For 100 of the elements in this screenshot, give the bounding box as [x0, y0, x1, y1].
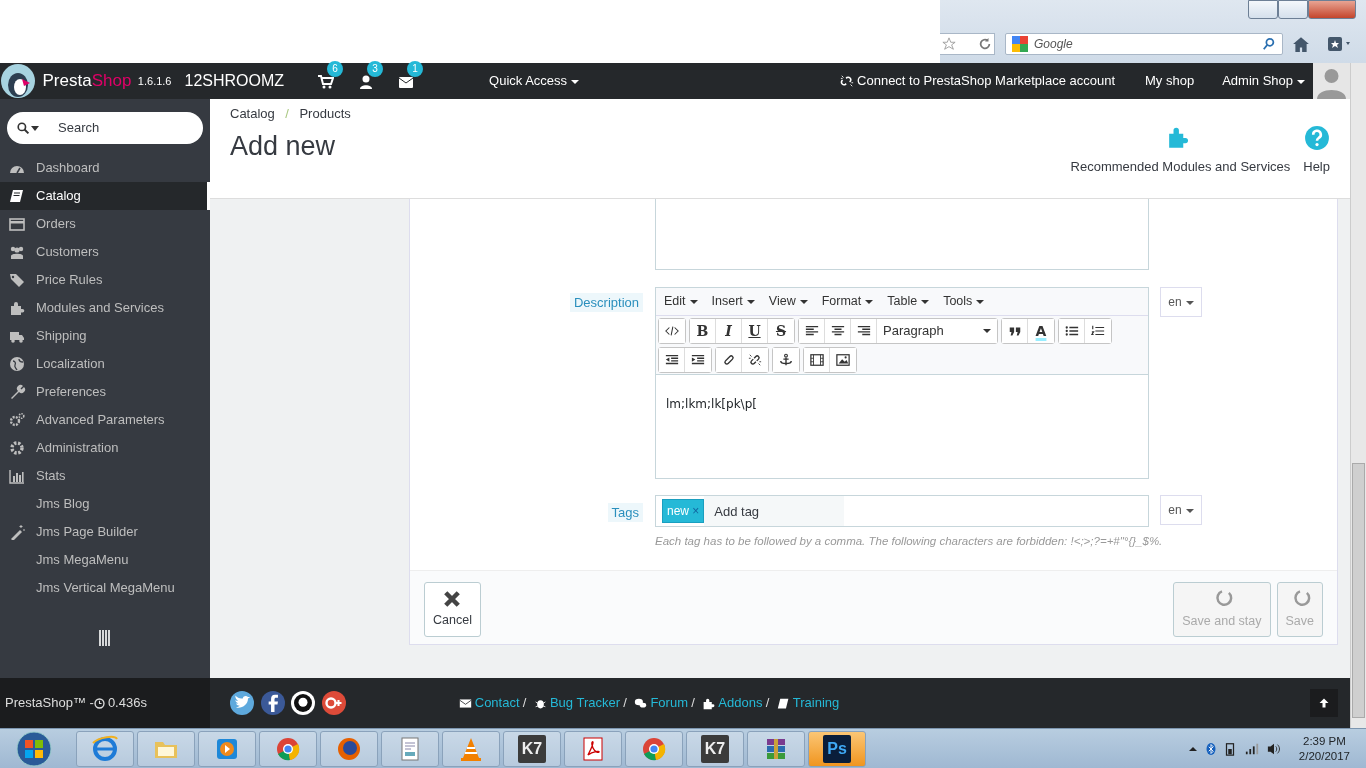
footer-link[interactable]: Bug Tracker	[549, 693, 621, 713]
sidebar-item[interactable]: Stats	[0, 462, 210, 490]
maximize-button[interactable]	[1278, 0, 1308, 19]
toolbar-link[interactable]: Help	[1303, 124, 1330, 176]
book-icon	[776, 696, 790, 710]
breadcrumb-link[interactable]: Products	[299, 104, 351, 124]
link-separator: /	[623, 694, 627, 713]
breadcrumb-link[interactable]: Catalog	[230, 104, 275, 124]
indent-icon	[691, 353, 705, 367]
signal-icon[interactable]	[1243, 741, 1260, 756]
admin-menu[interactable]: Admin Shop	[1222, 71, 1305, 91]
editor-button[interactable]	[716, 348, 742, 372]
sidebar-item[interactable]: Administration	[0, 434, 210, 462]
hint-text: Each tag has to be followed by a comma. The following characters are forbidden: !<;>;?=+#"°{}_$%.	[655, 534, 1164, 549]
sidebar-item[interactable]: Advanced Parameters	[0, 406, 210, 434]
footer-link[interactable]: Addons	[718, 693, 763, 713]
toolbar-link[interactable]: Recommended Modules and Services	[1070, 124, 1291, 176]
chat-icon	[634, 696, 648, 710]
sidebar-item[interactable]: Modules and Services	[0, 294, 210, 322]
star-icon[interactable]	[942, 37, 956, 51]
footer-link[interactable]: Contact	[474, 693, 520, 713]
collapse-icon[interactable]	[99, 630, 111, 646]
sidebar-item[interactable]: Localization	[0, 350, 210, 378]
shop-name[interactable]: 12SHROOMZ	[184, 69, 285, 93]
link-separator: /	[522, 694, 527, 713]
volume-icon[interactable]	[1266, 741, 1283, 756]
scrollbar[interactable]	[1350, 63, 1366, 728]
sidebar-item[interactable]: Preferences	[0, 378, 210, 406]
tags-icon	[8, 272, 26, 288]
clock-time[interactable]: 2:39 PM	[1303, 733, 1346, 749]
count-badge: 3	[367, 61, 384, 78]
editor-text[interactable]: lm;lkm;lk[pk\p[	[666, 395, 1138, 413]
search-bar[interactable]: Search	[7, 112, 203, 144]
sidebar-item[interactable]: Orders	[0, 210, 210, 238]
editor-button[interactable]	[773, 348, 799, 372]
editor-button[interactable]	[804, 348, 830, 372]
app-icon[interactable]: Ps	[823, 734, 851, 763]
quick-access-menu[interactable]: Quick Access	[489, 71, 580, 91]
search-icon	[1262, 37, 1276, 51]
editor-button[interactable]	[799, 319, 825, 343]
sidebar-item[interactable]: Shipping	[0, 322, 210, 350]
link-separator: /	[691, 694, 695, 713]
search-bar[interactable]: Google	[1005, 33, 1283, 55]
twitter-icon[interactable]	[230, 691, 254, 715]
sidebar-item[interactable]: Jms MegaMenu	[0, 546, 210, 574]
footer-link[interactable]: Training	[792, 693, 840, 713]
menu-item[interactable]: Table	[887, 292, 930, 311]
menu-item[interactable]: Insert	[711, 292, 755, 311]
link-separator: /	[765, 694, 770, 713]
editor-button[interactable]: B	[690, 319, 716, 343]
language-dropdown[interactable]: en	[1160, 495, 1202, 525]
cart-icon[interactable]	[318, 73, 335, 90]
my-shop-link[interactable]: My shop	[1145, 71, 1195, 91]
cancel-icon	[442, 589, 463, 610]
load-time: 0.436s	[107, 694, 147, 713]
bluetooth-icon[interactable]	[1204, 740, 1217, 757]
sidebar-item[interactable]: Dashboard	[0, 154, 210, 182]
broken-link-icon	[839, 74, 854, 88]
app-icon[interactable]: K7	[517, 734, 547, 763]
editor-button[interactable]	[659, 319, 685, 343]
menu-item[interactable]: View	[768, 292, 808, 311]
sidebar-item[interactable]: Jms Page Builder	[0, 518, 210, 546]
google-plus-icon[interactable]	[321, 691, 346, 715]
menu-item[interactable]: Format	[821, 292, 874, 311]
help-icon	[1303, 124, 1330, 151]
tag-input[interactable]: Add tag	[704, 496, 845, 526]
sidebar-item[interactable]: Customers	[0, 238, 210, 266]
editor-button[interactable]	[1002, 319, 1028, 343]
address-bar[interactable]	[940, 33, 995, 55]
google-logo-icon	[1012, 36, 1028, 52]
puzzle-icon	[702, 696, 716, 710]
footer-link[interactable]: Forum	[650, 693, 688, 713]
bar-chart-icon	[8, 468, 26, 484]
user-icon[interactable]	[358, 73, 375, 90]
github-icon[interactable]	[291, 691, 315, 715]
menu-item[interactable]: Edit	[664, 292, 698, 311]
menu-item[interactable]: Tools	[943, 292, 985, 311]
editor-button[interactable]	[659, 348, 685, 372]
sidebar-item[interactable]: Jms Blog	[0, 490, 210, 518]
action-button[interactable]: Cancel	[424, 582, 481, 638]
image-icon	[836, 353, 850, 367]
home-icon[interactable]	[1292, 35, 1310, 53]
bullet-list-icon	[1064, 324, 1079, 338]
reload-icon[interactable]	[978, 37, 992, 51]
scroll-top-button[interactable]	[1310, 689, 1338, 717]
users-icon	[8, 244, 26, 260]
minimize-button[interactable]	[1248, 0, 1278, 19]
browser-icon[interactable]	[91, 734, 119, 763]
search-icon	[17, 121, 30, 135]
editor-button[interactable]	[1059, 319, 1085, 343]
sidebar-item[interactable]: Catalog	[0, 182, 210, 210]
facebook-icon[interactable]	[260, 691, 285, 715]
app-icon[interactable]: K7	[700, 734, 730, 763]
version-label: 1.6.1.6	[137, 73, 172, 89]
sidebar-item[interactable]: Price Rules	[0, 266, 210, 294]
clock-date[interactable]: 2/20/2017	[1298, 748, 1350, 764]
sidebar-item[interactable]: Jms Vertical MegaMenu	[0, 574, 210, 602]
language-dropdown[interactable]: en	[1160, 287, 1202, 317]
marketplace-link[interactable]: Connect to PrestaShop Marketplace account	[857, 71, 1116, 91]
outdent-icon	[664, 353, 679, 367]
